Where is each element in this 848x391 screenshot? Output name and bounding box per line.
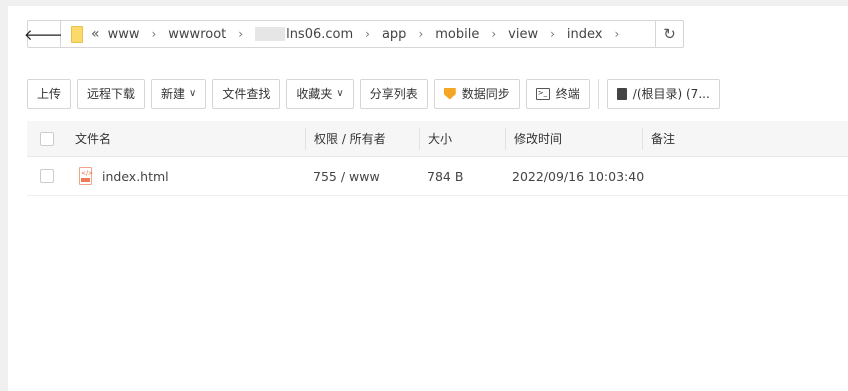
terminal-label: 终端 <box>555 87 580 101</box>
breadcrumb-domain-label: lns06.com <box>286 26 354 42</box>
terminal-icon: >_ <box>535 87 550 100</box>
chevron-right-icon: › <box>365 27 370 41</box>
column-header-size[interactable]: 大小 <box>428 130 452 147</box>
column-header-permissions[interactable]: 权限 / 所有者 <box>314 130 386 147</box>
column-header-note: 备注 <box>651 132 676 146</box>
data-sync-label: 数据同步 <box>461 87 510 101</box>
column-divider <box>642 128 643 150</box>
disk-icon <box>616 87 627 100</box>
terminal-button[interactable]: >_ 终端 <box>525 78 590 109</box>
select-all-checkbox[interactable] <box>40 131 54 146</box>
address-bar: 🡐 « www › wwwroot › lns06.com › app › mo… <box>24 20 684 48</box>
file-size: 784 B <box>427 168 464 184</box>
back-button[interactable]: 🡐 <box>24 21 64 47</box>
double-chevron-left-icon[interactable]: « <box>91 26 100 42</box>
chevron-right-icon: › <box>418 27 424 41</box>
sync-icon <box>443 87 456 100</box>
share-list-button[interactable]: 分享列表 <box>359 78 428 109</box>
toolbar: 上传 远程下载 新建 ∨ 文件查找 收藏夹 ∨ 分享列表 数据同步 >_ 终端 /(根… <box>27 78 726 109</box>
breadcrumb: « www › wwwroot › lns06.com › app › mobi… <box>61 21 655 47</box>
root-dir-button[interactable]: /(根目录) (7... <box>606 78 720 109</box>
chevron-down-icon: ∨ <box>189 88 197 99</box>
redaction-mask <box>255 27 286 41</box>
file-name[interactable]: index.html <box>102 169 169 184</box>
breadcrumb-item-domain[interactable]: lns06.com <box>255 27 353 42</box>
html-file-icon: </> <box>79 167 93 185</box>
arrow-left-icon: 🡐 <box>23 25 65 44</box>
breadcrumb-item-mobile[interactable]: mobile <box>435 27 479 42</box>
chevron-right-icon: › <box>491 27 497 41</box>
table-header: 文件名 权限 / 所有者 大小 修改时间 备注 <box>27 121 848 157</box>
chevron-down-icon: ∨ <box>336 88 344 99</box>
favorites-button[interactable]: 收藏夹 ∨ <box>286 78 354 109</box>
file-manager-panel: 🡐 « www › wwwroot › lns06.com › app › mo… <box>8 6 848 391</box>
table-row[interactable]: </> index.html 755 / www 784 B 2022/09/1… <box>27 157 848 196</box>
breadcrumb-item-view[interactable]: view <box>508 27 538 42</box>
chevron-right-icon: › <box>238 27 244 41</box>
root-dir-label: /(根目录) (7... <box>632 87 710 101</box>
file-table: 文件名 权限 / 所有者 大小 修改时间 备注 </> index.html 7… <box>27 121 848 196</box>
column-divider <box>419 128 420 150</box>
new-button-label: 新建 <box>161 87 186 101</box>
column-header-modified[interactable]: 修改时间 <box>514 130 562 147</box>
column-divider <box>505 128 506 150</box>
breadcrumb-item-www[interactable]: www <box>108 27 140 42</box>
file-search-button[interactable]: 文件查找 <box>212 78 281 109</box>
column-header-name[interactable]: 文件名 <box>75 130 111 147</box>
data-sync-button[interactable]: 数据同步 <box>433 78 520 109</box>
chevron-right-icon: › <box>550 27 555 41</box>
breadcrumb-item-app[interactable]: app <box>382 27 406 42</box>
remote-download-button[interactable]: 远程下载 <box>77 78 146 109</box>
new-button[interactable]: 新建 ∨ <box>151 78 207 109</box>
row-checkbox[interactable] <box>40 169 54 183</box>
favorites-button-label: 收藏夹 <box>296 87 333 101</box>
breadcrumb-item-wwwroot[interactable]: wwwroot <box>168 27 226 42</box>
upload-button[interactable]: 上传 <box>27 78 72 109</box>
refresh-icon: ↻ <box>663 25 676 43</box>
toolbar-divider <box>597 78 599 109</box>
file-permissions[interactable]: 755 / www <box>313 169 380 184</box>
breadcrumb-item-index[interactable]: index <box>567 27 603 42</box>
refresh-button[interactable]: ↻ <box>655 21 683 47</box>
folder-icon <box>71 25 83 43</box>
chevron-right-icon: › <box>151 27 157 41</box>
chevron-right-icon: › <box>614 27 620 41</box>
file-modified-time: 2022/09/16 10:03:40 <box>512 168 645 184</box>
column-divider <box>305 128 306 150</box>
